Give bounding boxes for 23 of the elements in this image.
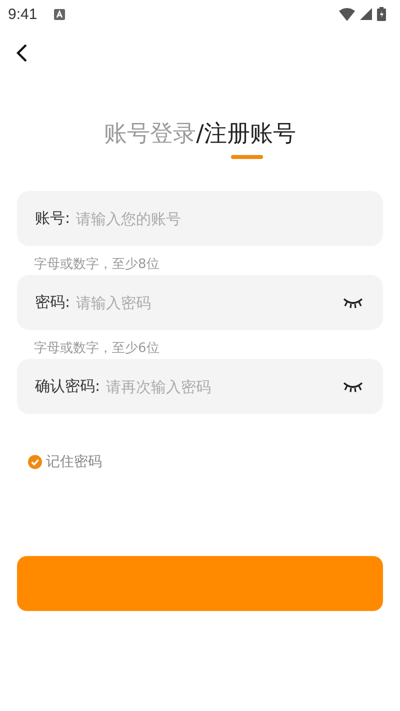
field-label: 密码:	[35, 293, 70, 312]
field-label: 确认密码:	[35, 377, 100, 396]
status-time: 9:41	[8, 6, 38, 22]
input-field[interactable]: 请输入您的账号	[76, 210, 363, 228]
back-icon[interactable]	[15, 43, 29, 63]
signal-icon	[360, 8, 372, 20]
input-field[interactable]: 请输入密码	[76, 294, 337, 312]
input-field[interactable]: 密码: 请输入密码	[17, 275, 383, 330]
battery-icon	[377, 7, 386, 21]
input-field[interactable]: 确认密码: 请再次输入密码	[17, 359, 383, 414]
tab[interactable]: 注册账号	[204, 118, 296, 161]
input-field[interactable]: 请再次输入密码	[106, 378, 337, 396]
notification-icon	[54, 8, 66, 20]
field-hint: 字母或数字，至少8位	[33, 256, 160, 274]
remember-label: 记住密码	[46, 453, 102, 471]
field-hint: 字母或数字，至少6位	[33, 340, 160, 358]
checkbox[interactable]	[28, 455, 42, 469]
wifi-icon	[339, 8, 355, 20]
closed-eye-icon[interactable]	[343, 380, 363, 392]
closed-eye-icon[interactable]	[343, 296, 363, 308]
input-field[interactable]: 账号: 请输入您的账号	[17, 191, 383, 246]
field-label: 账号:	[35, 209, 70, 228]
tab-separator: /	[196, 121, 204, 147]
